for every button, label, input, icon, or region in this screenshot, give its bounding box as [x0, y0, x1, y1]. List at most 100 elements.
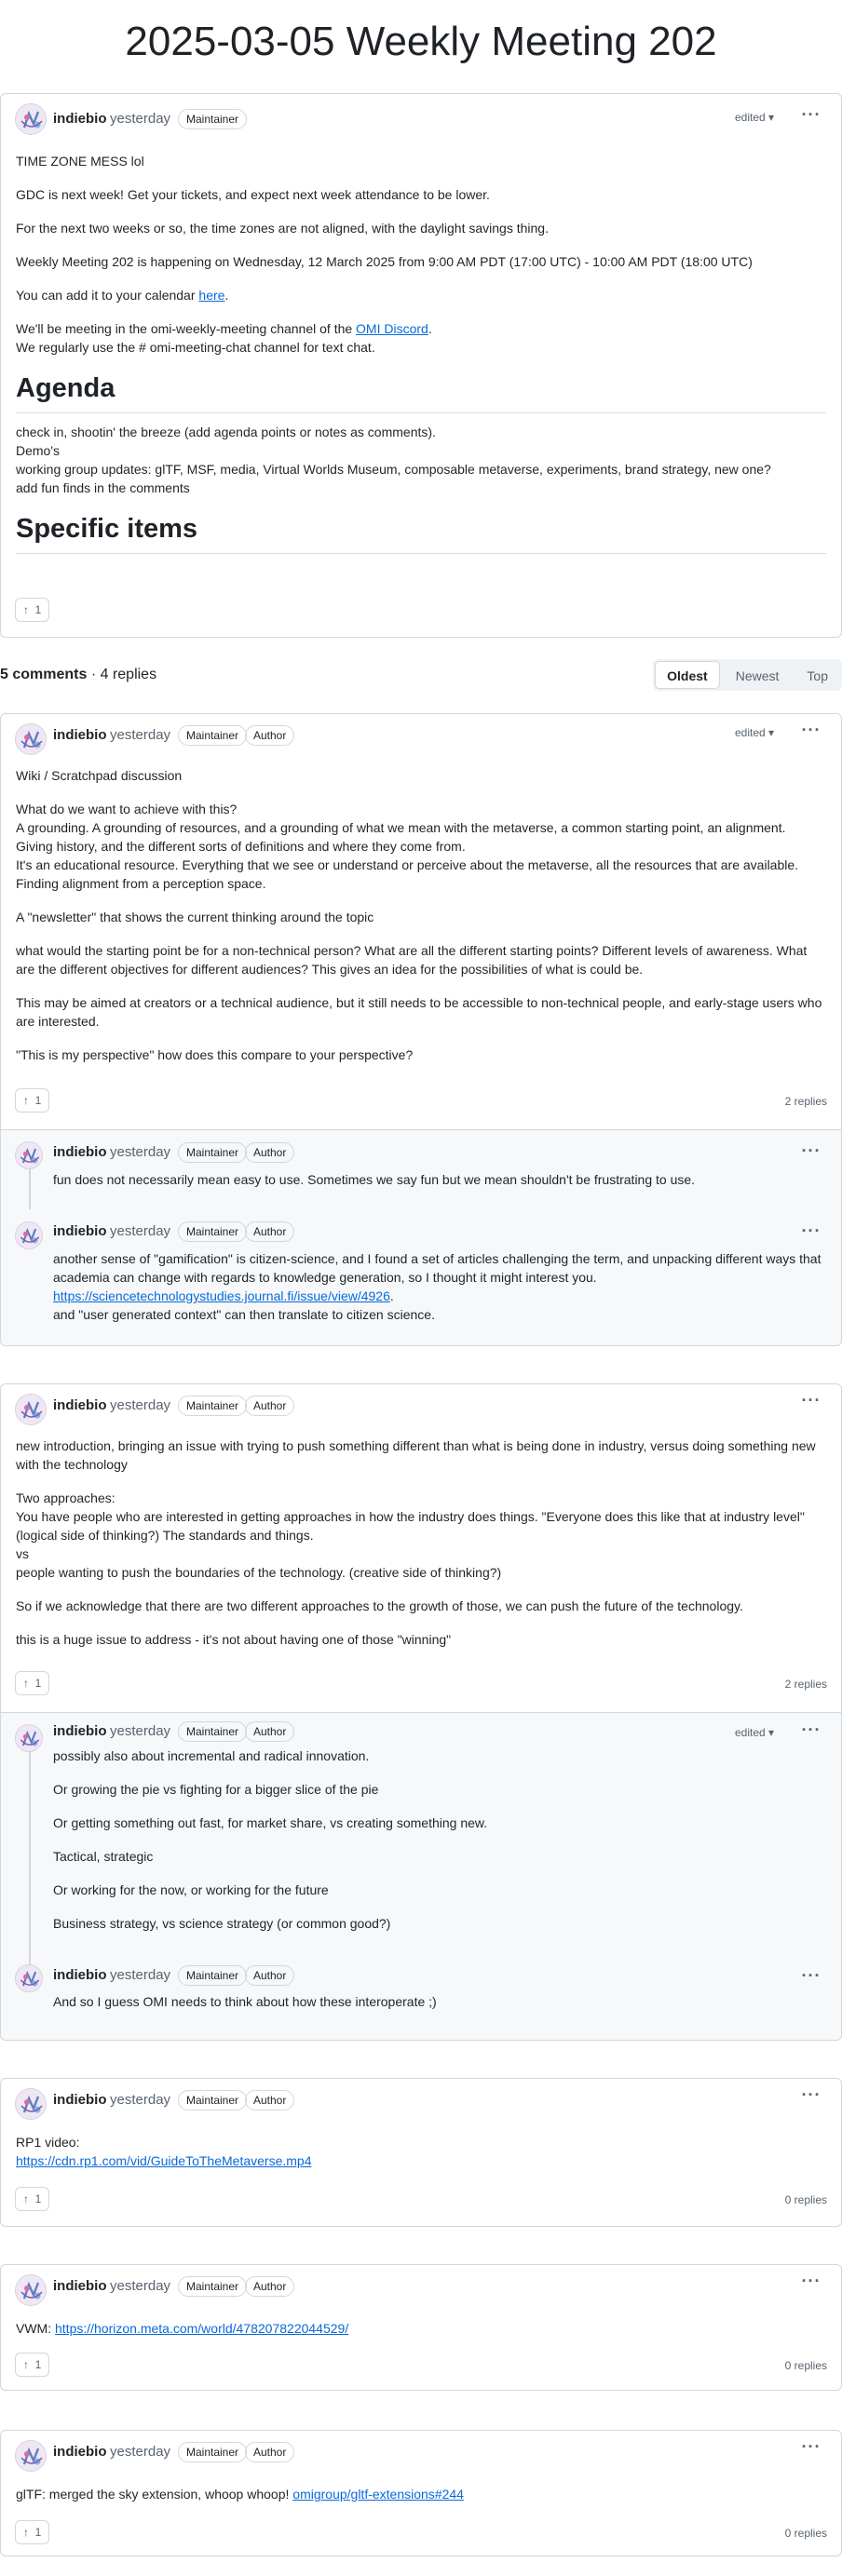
author-name[interactable]: indiebio	[53, 726, 107, 745]
sort-newest-button[interactable]: Newest	[724, 661, 792, 689]
reply-count[interactable]: 0 replies	[785, 2357, 827, 2374]
post-paragraph: TIME ZONE MESS lol	[16, 154, 144, 169]
author-name[interactable]: indiebio	[53, 1396, 107, 1415]
edited-dropdown[interactable]: edited ▾	[735, 1724, 774, 1741]
maintainer-badge: Maintainer	[178, 109, 248, 129]
author-badge: Author	[245, 2442, 295, 2462]
upvote-button[interactable]: ↑ 1	[15, 598, 50, 622]
upvote-button[interactable]: ↑ 1	[15, 2187, 50, 2211]
video-link[interactable]: https://cdn.rp1.com/vid/GuideToTheMetave…	[16, 2153, 311, 2168]
article-link[interactable]: https://sciencetechnologystudies.journal…	[53, 1288, 390, 1303]
reply-paragraph: Or growing the pie vs fighting for a big…	[53, 1782, 379, 1797]
more-options-icon[interactable]: ···	[797, 1142, 825, 1164]
maintainer-badge: Maintainer	[178, 2276, 248, 2297]
comment-body: VWM: https://horizon.meta.com/world/4782…	[16, 2321, 349, 2336]
more-options-icon[interactable]: ···	[797, 106, 825, 128]
calendar-link[interactable]: here	[198, 288, 224, 303]
avatar[interactable]	[15, 2088, 47, 2120]
author-name[interactable]: indiebio	[53, 110, 107, 128]
comment: indiebio yesterday Maintainer Author ···…	[0, 2430, 842, 2556]
timestamp[interactable]: yesterday	[110, 726, 170, 745]
reply-count[interactable]: 2 replies	[785, 1676, 827, 1693]
reply-paragraph: Business strategy, vs science strategy (…	[53, 1916, 391, 1931]
reply-paragraph: Tactical, strategic	[53, 1849, 154, 1864]
upvote-button[interactable]: ↑ 1	[15, 2520, 50, 2544]
author-badge: Author	[245, 1965, 295, 1986]
sort-top-button[interactable]: Top	[794, 661, 840, 689]
author-name[interactable]: indiebio	[53, 2443, 107, 2461]
avatar[interactable]	[15, 1141, 43, 1169]
edited-dropdown[interactable]: edited ▾	[735, 109, 774, 126]
comment-body: glTF: merged the sky extension, whoop wh…	[16, 2487, 464, 2502]
timestamp[interactable]: yesterday	[110, 1396, 170, 1415]
avatar[interactable]	[15, 1221, 43, 1249]
avatar[interactable]	[15, 2440, 47, 2472]
timestamp[interactable]: yesterday	[110, 1722, 170, 1741]
more-options-icon[interactable]: ···	[797, 2086, 825, 2108]
comment: indiebio yesterday Maintainer Author ···…	[0, 1383, 842, 2041]
more-options-icon[interactable]: ···	[797, 1967, 825, 1989]
timestamp[interactable]: yesterday	[110, 1222, 170, 1241]
avatar[interactable]	[15, 2274, 47, 2306]
agenda-item: working group updates: glTF, MSF, media,…	[16, 462, 771, 477]
avatar[interactable]	[15, 723, 47, 755]
agenda-heading: Agenda	[16, 370, 826, 413]
author-name[interactable]: indiebio	[53, 1222, 107, 1241]
upvote-button[interactable]: ↑ 1	[15, 1671, 50, 1695]
timestamp[interactable]: yesterday	[110, 1966, 170, 1985]
author-name[interactable]: indiebio	[53, 1143, 107, 1162]
arrow-up-icon: ↑	[23, 2358, 29, 2371]
discord-link[interactable]: OMI Discord	[356, 321, 428, 336]
maintainer-badge: Maintainer	[178, 1396, 248, 1416]
agenda-item: check in, shootin' the breeze (add agend…	[16, 425, 436, 439]
reply-paragraph: possibly also about incremental and radi…	[53, 1748, 370, 1763]
comment-count: 5 comments · 4 replies	[0, 667, 157, 682]
post-body: TIME ZONE MESS lol GDC is next week! Get…	[16, 152, 826, 554]
comment: indiebio yesterday Maintainer Author ···…	[0, 2264, 842, 2391]
more-options-icon[interactable]: ···	[797, 1222, 825, 1244]
comment-paragraph: what would the starting point be for a n…	[16, 943, 808, 977]
world-link[interactable]: https://horizon.meta.com/world/478207822…	[55, 2321, 348, 2336]
reply-count[interactable]: 0 replies	[785, 2525, 827, 2542]
avatar[interactable]	[15, 1394, 47, 1425]
comment-paragraph: this is a huge issue to address - it's n…	[16, 1632, 452, 1647]
timestamp[interactable]: yesterday	[110, 110, 170, 128]
avatar[interactable]	[15, 1964, 43, 1992]
author-name[interactable]: indiebio	[53, 1722, 107, 1741]
author-name[interactable]: indiebio	[53, 2091, 107, 2110]
chevron-down-icon: ▾	[768, 111, 775, 124]
edited-dropdown[interactable]: edited ▾	[735, 724, 774, 741]
timestamp[interactable]: yesterday	[110, 2277, 170, 2296]
maintainer-badge: Maintainer	[178, 1965, 248, 1986]
reply-thread: indiebio yesterday Maintainer Author ···…	[1, 1129, 841, 1345]
timestamp[interactable]: yesterday	[110, 2091, 170, 2110]
more-options-icon[interactable]: ···	[797, 722, 825, 743]
avatar[interactable]	[15, 103, 47, 135]
comment-paragraph: So if we acknowledge that there are two …	[16, 1598, 743, 1613]
more-options-icon[interactable]: ···	[797, 2438, 825, 2460]
post-paragraph: For the next two weeks or so, the time z…	[16, 221, 549, 236]
chevron-down-icon: ▾	[768, 1726, 775, 1739]
page-title: 2025-03-05 Weekly Meeting 202	[125, 19, 717, 64]
more-options-icon[interactable]: ···	[797, 2273, 825, 2294]
more-options-icon[interactable]: ···	[797, 1721, 825, 1743]
maintainer-badge: Maintainer	[178, 725, 248, 746]
reply-count[interactable]: 0 replies	[785, 2192, 827, 2208]
upvote-button[interactable]: ↑ 1	[15, 1088, 50, 1113]
comment-paragraph: "This is my perspective" how does this c…	[16, 1047, 414, 1062]
reply-thread: indiebio yesterday Maintainer Author edi…	[1, 1712, 841, 2040]
comments-header: 5 comments · 4 replies Oldest Newest Top	[0, 659, 842, 691]
more-options-icon[interactable]: ···	[797, 1392, 825, 1413]
thread-line	[29, 1741, 31, 1968]
author-badge: Author	[245, 2276, 295, 2297]
sort-oldest-button[interactable]: Oldest	[655, 661, 720, 689]
author-name[interactable]: indiebio	[53, 1966, 107, 1985]
timestamp[interactable]: yesterday	[110, 1143, 170, 1162]
avatar[interactable]	[15, 1724, 43, 1752]
upvote-button[interactable]: ↑ 1	[15, 2353, 50, 2377]
reply-count[interactable]: 2 replies	[785, 1093, 827, 1110]
author-name[interactable]: indiebio	[53, 2277, 107, 2296]
pull-request-link[interactable]: omigroup/gltf-extensions#244	[292, 2487, 464, 2502]
comment-body: RP1 video: https://cdn.rp1.com/vid/Guide…	[16, 2135, 312, 2168]
timestamp[interactable]: yesterday	[110, 2443, 170, 2461]
